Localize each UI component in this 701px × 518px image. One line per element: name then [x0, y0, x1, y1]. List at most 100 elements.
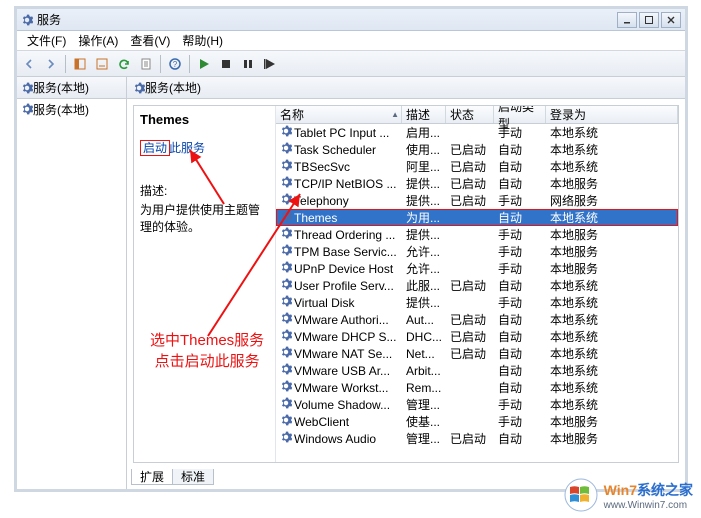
- cell-startup: 自动: [494, 311, 546, 328]
- list-body[interactable]: Tablet PC Input ...启用...手动本地系统Task Sched…: [276, 124, 678, 462]
- service-row[interactable]: TPM Base Servic...允许...手动本地服务: [276, 243, 678, 260]
- pause-service-button[interactable]: [238, 54, 258, 74]
- cell-state: 已启动: [446, 277, 494, 294]
- menubar: 文件(F) 操作(A) 查看(V) 帮助(H): [17, 31, 685, 51]
- col-state[interactable]: 状态: [446, 106, 494, 123]
- service-row[interactable]: VMware Workst...Rem...自动本地系统: [276, 379, 678, 396]
- gear-icon: [280, 159, 292, 174]
- service-row[interactable]: VMware Authori...Aut...已启动自动本地系统: [276, 311, 678, 328]
- cell-logon: 本地服务: [546, 430, 678, 447]
- watermark-brand2: 系统之家: [637, 482, 693, 498]
- menu-file[interactable]: 文件(F): [21, 32, 72, 49]
- cell-desc: 提供...: [402, 192, 446, 209]
- cell-logon: 本地系统: [546, 124, 678, 141]
- titlebar[interactable]: 服务: [17, 9, 685, 31]
- service-row[interactable]: UPnP Device Host允许...手动本地服务: [276, 260, 678, 277]
- restart-service-button[interactable]: [260, 54, 280, 74]
- start-service-button[interactable]: [194, 54, 214, 74]
- service-row[interactable]: WebClient使基...手动本地服务: [276, 413, 678, 430]
- service-row[interactable]: VMware DHCP S...DHC...已启动自动本地系统: [276, 328, 678, 345]
- service-row[interactable]: VMware USB Ar...Arbit... 自动本地系统: [276, 362, 678, 379]
- col-logon[interactable]: 登录为: [546, 106, 678, 123]
- cell-state: 已启动: [446, 345, 494, 362]
- cell-startup: 自动: [494, 141, 546, 158]
- menu-action[interactable]: 操作(A): [72, 32, 124, 49]
- cell-startup: 自动: [494, 362, 546, 379]
- list-header: 名称▲ 描述 状态 启动类型 登录为: [276, 106, 678, 124]
- service-row[interactable]: Windows Audio管理...已启动自动本地服务: [276, 430, 678, 447]
- nav-tab[interactable]: 服务(本地): [17, 77, 126, 99]
- main-header-label: 服务(本地): [145, 79, 201, 96]
- cell-name: Thread Ordering ...: [276, 227, 402, 242]
- cell-desc: Arbit...: [402, 364, 446, 378]
- menu-view[interactable]: 查看(V): [124, 32, 176, 49]
- gear-icon: [280, 244, 292, 259]
- gear-icon: [280, 431, 292, 446]
- cell-logon: 本地系统: [546, 362, 678, 379]
- cell-name: TPM Base Servic...: [276, 244, 402, 259]
- start-service-link[interactable]: 启动此服务: [140, 139, 269, 156]
- cell-startup: 自动: [494, 345, 546, 362]
- cell-desc: Net...: [402, 347, 446, 361]
- cell-desc: 管理...: [402, 430, 446, 447]
- maximize-button[interactable]: [639, 12, 659, 28]
- cell-name: Themes: [276, 210, 402, 225]
- service-row[interactable]: Volume Shadow...管理...手动本地系统: [276, 396, 678, 413]
- stop-service-button[interactable]: [216, 54, 236, 74]
- service-row[interactable]: Telephony提供...已启动手动网络服务: [276, 192, 678, 209]
- cell-desc: 允许...: [402, 243, 446, 260]
- nav-item-services-local[interactable]: 服务(本地): [17, 99, 126, 119]
- cell-name: TBSecSvc: [276, 159, 402, 174]
- cell-logon: 本地系统: [546, 328, 678, 345]
- cell-name: Windows Audio: [276, 431, 402, 446]
- cell-startup: 手动: [494, 294, 546, 311]
- gear-icon: [280, 210, 292, 225]
- service-row[interactable]: Virtual Disk提供...手动本地系统: [276, 294, 678, 311]
- cell-startup: 自动: [494, 209, 546, 226]
- service-row[interactable]: VMware NAT Se...Net...已启动自动本地系统: [276, 345, 678, 362]
- description-label: 描述:: [140, 182, 269, 199]
- windows-logo-icon: [564, 478, 598, 512]
- main-header: 服务(本地): [127, 77, 685, 99]
- col-startup[interactable]: 启动类型: [494, 106, 546, 123]
- watermark: Win7系统之家 www.Winwin7.com: [564, 478, 693, 512]
- gear-icon: [280, 346, 292, 361]
- gear-icon: [280, 176, 292, 191]
- col-name[interactable]: 名称▲: [276, 106, 402, 123]
- minimize-button[interactable]: [617, 12, 637, 28]
- service-row[interactable]: Task Scheduler使用...已启动自动本地系统: [276, 141, 678, 158]
- help-button[interactable]: ?: [165, 54, 185, 74]
- service-row[interactable]: Themes为用...自动本地系统: [276, 209, 678, 226]
- service-row[interactable]: Tablet PC Input ...启用...手动本地系统: [276, 124, 678, 141]
- forward-button[interactable]: [41, 54, 61, 74]
- gear-icon: [280, 363, 292, 378]
- main-pane: 服务(本地) Themes 启动此服务 描述: 为用户提供使用主题管理的体验。 …: [127, 77, 685, 489]
- cell-desc: Aut...: [402, 313, 446, 327]
- cell-desc: 提供...: [402, 175, 446, 192]
- gear-icon: [280, 329, 292, 344]
- service-row[interactable]: User Profile Serv...此服...已启动自动本地系统: [276, 277, 678, 294]
- gear-icon: [21, 14, 33, 26]
- service-row[interactable]: Thread Ordering ...提供...手动本地服务: [276, 226, 678, 243]
- menu-help[interactable]: 帮助(H): [176, 32, 229, 49]
- cell-startup: 自动: [494, 175, 546, 192]
- back-button[interactable]: [19, 54, 39, 74]
- gear-icon: [280, 227, 292, 242]
- close-button[interactable]: [661, 12, 681, 28]
- service-row[interactable]: TBSecSvc阿里...已启动自动本地系统: [276, 158, 678, 175]
- cell-name: VMware USB Ar...: [276, 363, 402, 378]
- show-hide-button[interactable]: [70, 54, 90, 74]
- export-button[interactable]: [92, 54, 112, 74]
- cell-startup: 手动: [494, 192, 546, 209]
- refresh-button[interactable]: [114, 54, 134, 74]
- col-desc[interactable]: 描述: [402, 106, 446, 123]
- tab-extended[interactable]: 扩展: [131, 469, 173, 485]
- cell-state: 已启动: [446, 430, 494, 447]
- sort-asc-icon: ▲: [391, 110, 399, 119]
- gear-icon: [280, 295, 292, 310]
- properties-button[interactable]: [136, 54, 156, 74]
- description-text: 为用户提供使用主题管理的体验。: [140, 201, 269, 235]
- cell-name: VMware Authori...: [276, 312, 402, 327]
- service-row[interactable]: TCP/IP NetBIOS ...提供...已启动自动本地服务: [276, 175, 678, 192]
- tab-standard[interactable]: 标准: [172, 469, 214, 485]
